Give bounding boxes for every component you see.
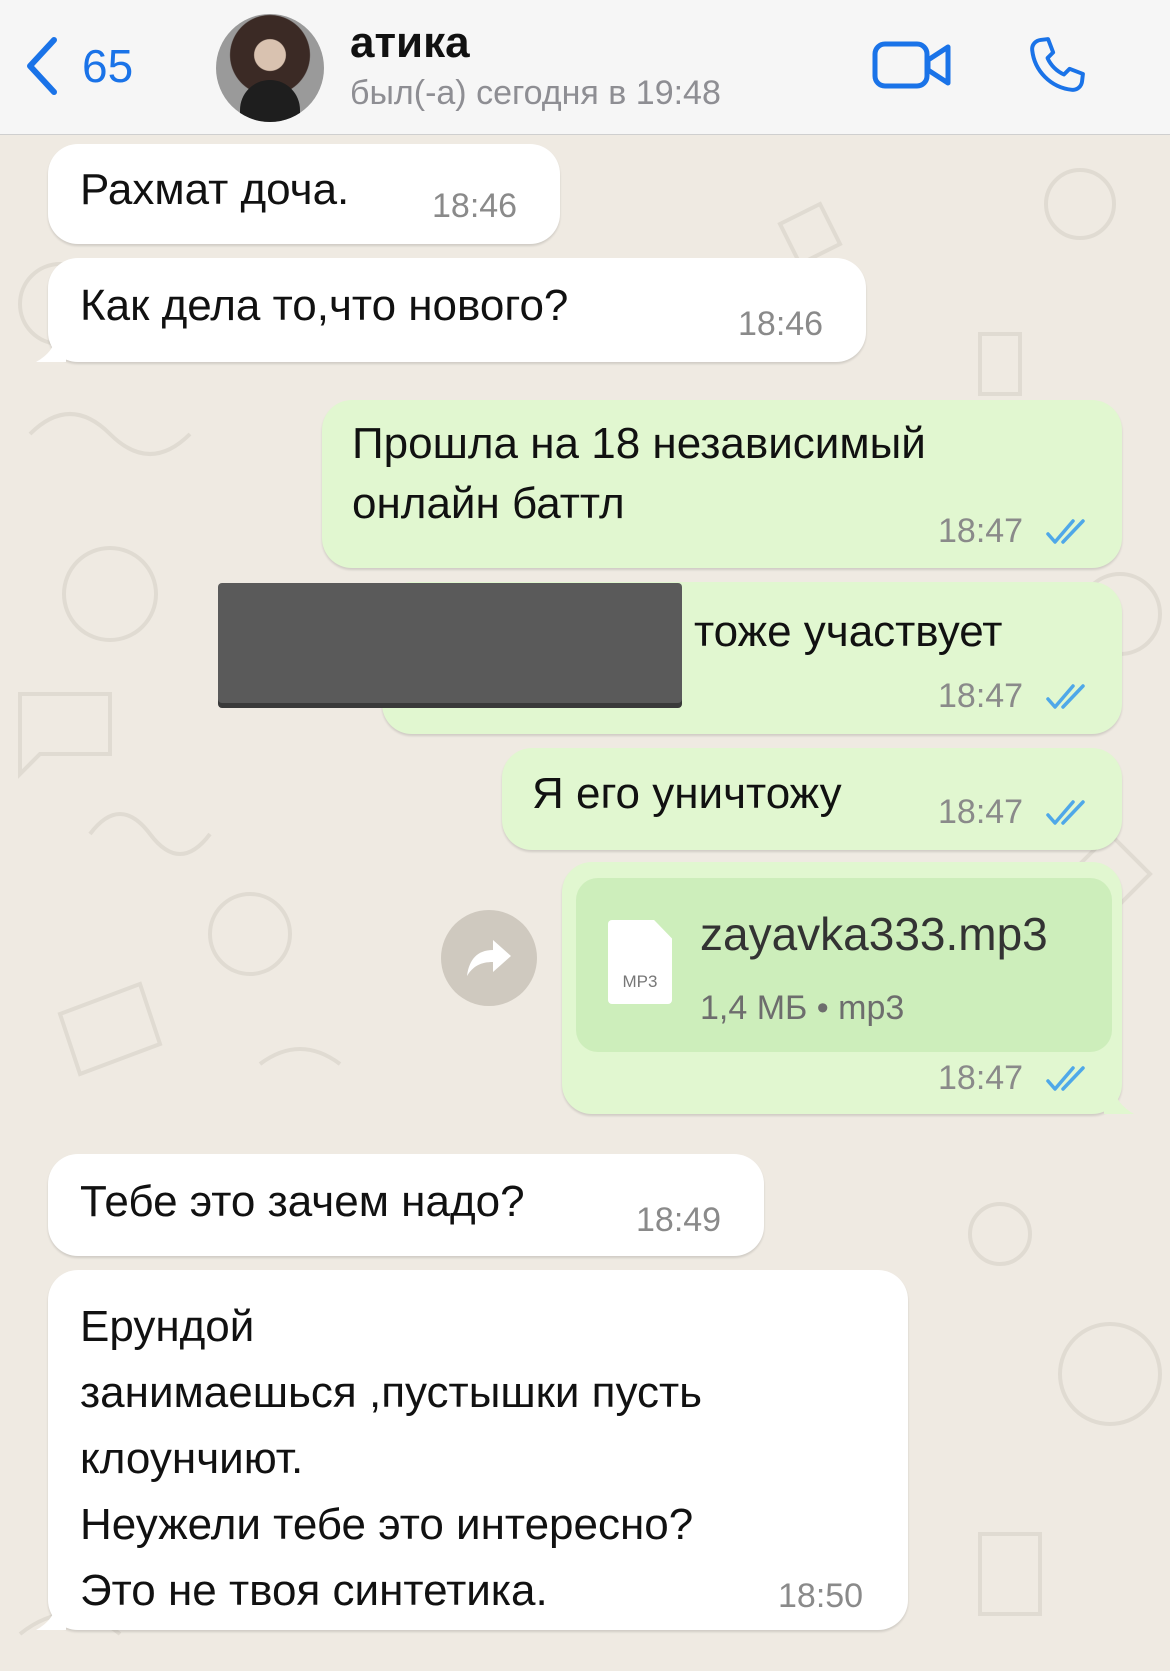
message-time: 18:47	[938, 512, 1024, 550]
bubble-tail	[36, 1604, 66, 1630]
double-check-icon	[1046, 800, 1085, 825]
message-bubble[interactable]: Рахмат доча. 18:46	[48, 144, 560, 244]
message-text: тоже участвует	[694, 607, 1003, 656]
file-attachment[interactable]: MP3 zayavka333.mp3 1,4 МБ • mp3	[576, 878, 1112, 1052]
mp3-file-icon: MP3	[608, 920, 672, 1004]
message-text: Рахмат доча.	[80, 165, 350, 214]
video-call-button[interactable]	[872, 36, 952, 94]
avatar[interactable]	[216, 14, 324, 122]
file-message-bubble[interactable]: MP3 zayavka333.mp3 1,4 МБ • mp3 18:47	[562, 862, 1134, 1114]
bubble-tail	[36, 336, 66, 362]
bubble-tail	[1104, 1088, 1134, 1114]
message-time: 18:50	[778, 1577, 864, 1615]
unread-count: 65	[82, 40, 134, 92]
redaction-block	[218, 583, 682, 703]
file-name: zayavka333.mp3	[700, 908, 1048, 960]
message-bubble[interactable]: Ерундой занимаешься ,пустышки пусть клоу…	[36, 1270, 908, 1630]
contact-name[interactable]: атика	[350, 18, 470, 68]
message-bubble[interactable]: Как дела то,что нового? 18:46	[36, 258, 866, 362]
double-check-icon	[1046, 684, 1085, 709]
message-text: Ерундой занимаешься ,пустышки пусть клоу…	[80, 1302, 703, 1615]
forward-arrow-icon	[467, 940, 511, 976]
message-time: 18:47	[938, 1059, 1024, 1097]
message-bubble[interactable]: Прошла на 18 независимый онлайн баттл 18…	[322, 400, 1122, 568]
message-bubble[interactable]: Тебе это зачем надо? 18:49	[48, 1154, 764, 1256]
last-seen-status: был(-а) сегодня в 19:48	[350, 74, 721, 112]
message-time: 18:47	[938, 677, 1024, 715]
message-bubble[interactable]: Я его уничтожу 18:47	[502, 748, 1122, 850]
chat-header: 65 атика был(-а) сегодня в 19:48	[0, 0, 1170, 135]
chevron-left-icon	[27, 37, 57, 95]
file-icon-label: MP3	[622, 972, 658, 991]
message-time: 18:46	[432, 187, 518, 225]
message-time: 18:47	[938, 793, 1024, 831]
forward-button[interactable]	[441, 910, 537, 1006]
message-text: Прошла на 18 независимый онлайн баттл	[352, 419, 926, 528]
double-check-icon	[1046, 519, 1085, 544]
message-text: Как дела то,что нового?	[80, 281, 569, 330]
phone-icon	[1030, 37, 1085, 92]
video-camera-icon	[872, 41, 951, 89]
back-button[interactable]: 65	[24, 34, 133, 98]
message-text: Я его уничтожу	[532, 769, 842, 818]
message-time: 18:49	[636, 1201, 722, 1239]
voice-call-button[interactable]	[1022, 32, 1090, 100]
message-text: Тебе это зачем надо?	[80, 1177, 525, 1226]
double-check-icon	[1046, 1066, 1085, 1091]
file-meta: 1,4 МБ • mp3	[700, 989, 905, 1027]
message-time: 18:46	[738, 305, 824, 343]
